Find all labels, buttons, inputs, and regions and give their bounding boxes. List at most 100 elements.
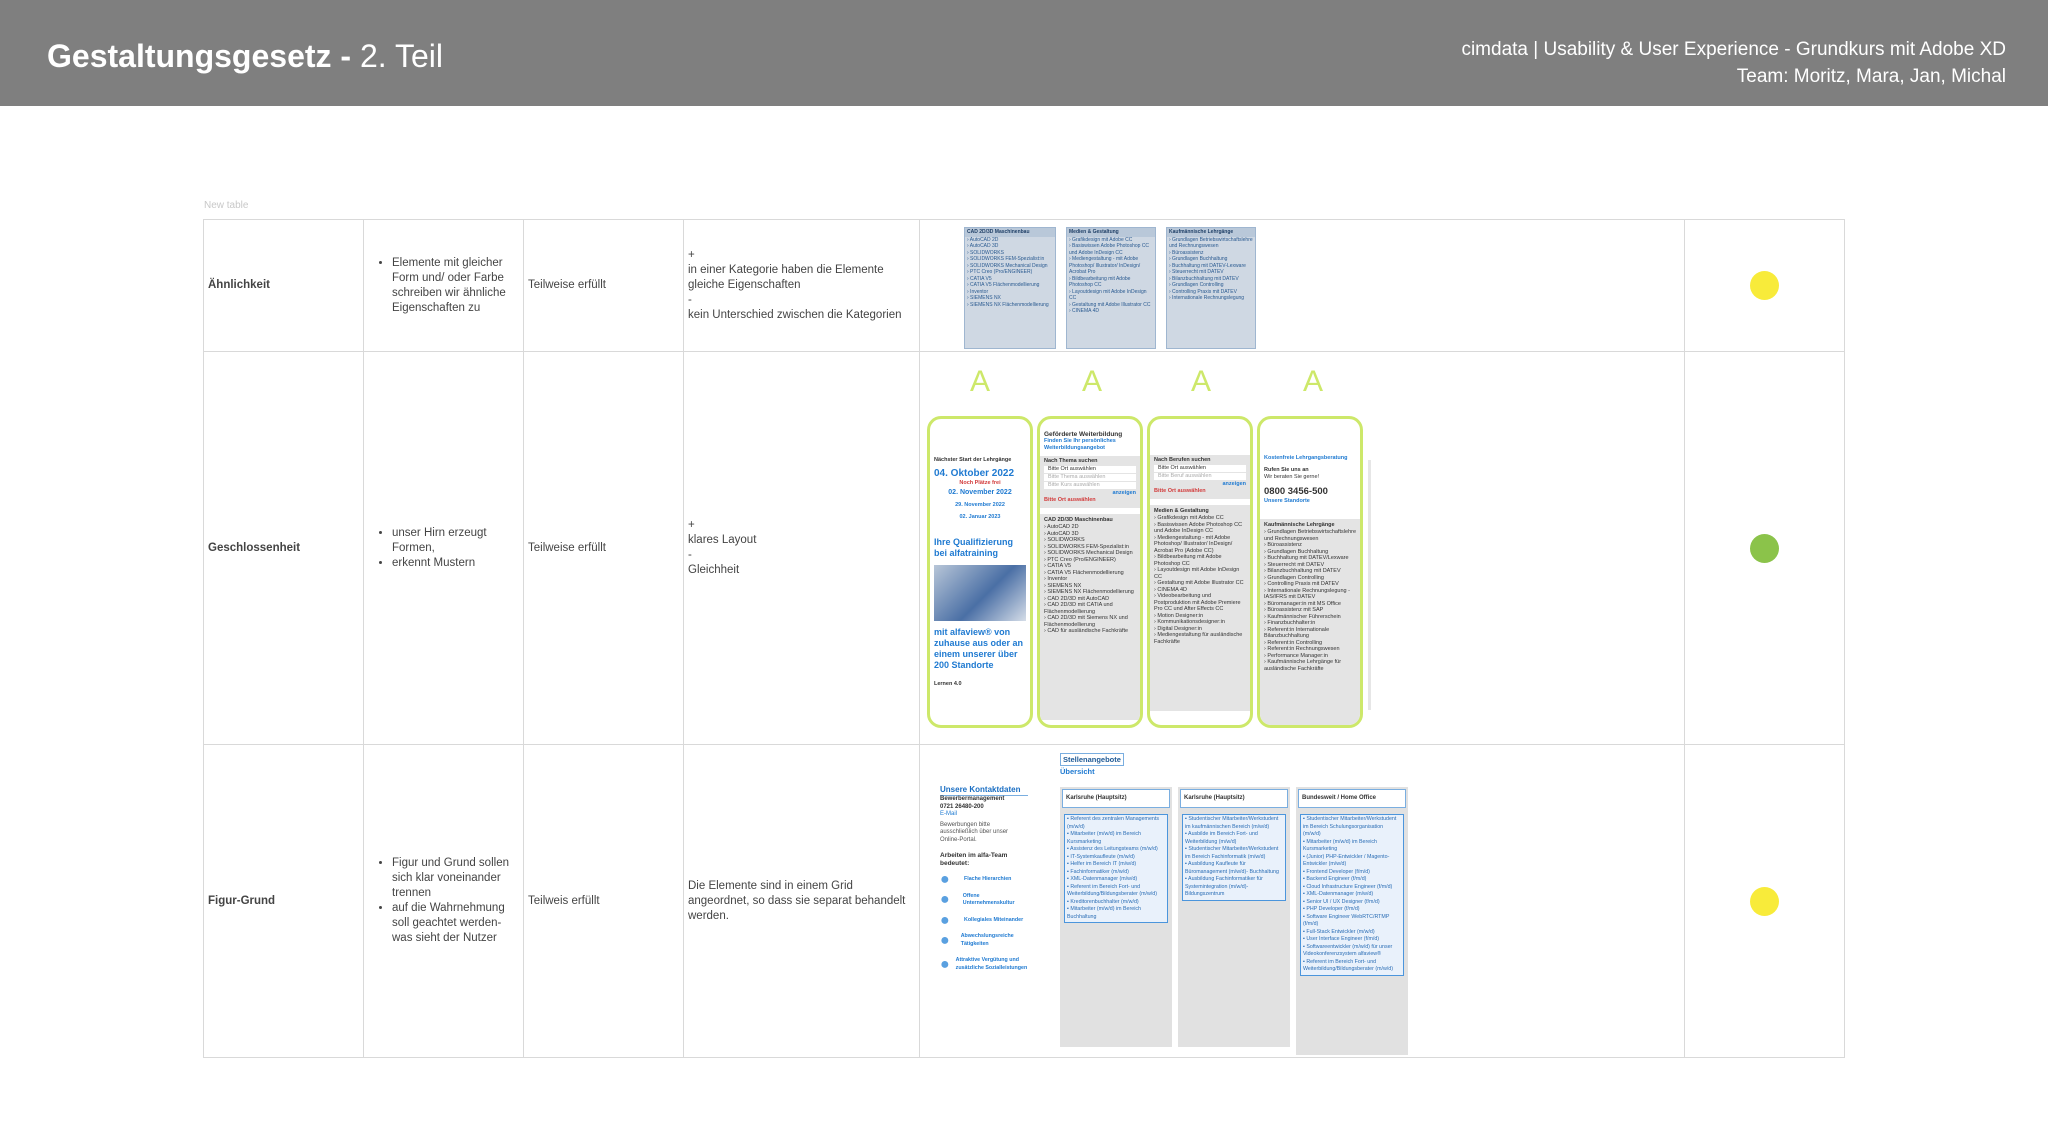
job-link[interactable]: ▪ PHP Developer (f/m/d) — [1303, 906, 1401, 914]
job-column: Karlsruhe (Hauptsitz) ▪ Studentischer Mit… — [1178, 787, 1290, 1047]
course-link[interactable]: › Basiswissen Adobe Photoshop CC und Ado… — [1067, 243, 1155, 256]
course-link[interactable]: › CAD 2D/3D mit Siemens NX und Flächenmo… — [1040, 615, 1140, 628]
description-item: erkennt Mustern — [392, 556, 519, 571]
contact-line: Bewerbermanagement — [940, 796, 1005, 802]
job-link[interactable]: ▪ Studentischer Mitarbeiter/Werkstudent … — [1185, 816, 1283, 831]
job-link[interactable]: ▪ Helfer im Bereich IT (m/w/d) — [1067, 861, 1165, 869]
mobile-mockup: Nächster Start der Lehrgänge 04. Oktober… — [927, 416, 1033, 728]
course-link[interactable]: › Buchhaltung mit DATEV/Lexware — [1260, 555, 1360, 562]
job-link[interactable]: ▪ (Junior) PHP-Entwickler / Magento-Entw… — [1303, 854, 1401, 869]
course-link[interactable]: › Videobearbeitung und Postproduktion mi… — [1150, 593, 1250, 613]
rating-cell — [1684, 744, 1845, 1058]
course-link[interactable]: › Mediengestaltung - mit Adobe Photoshop… — [1067, 256, 1155, 276]
course-link[interactable]: › SIEMENS NX Flächenmodellierung — [965, 302, 1055, 309]
job-link[interactable]: ▪ Assistenz des Leitungsteams (m/w/d) — [1067, 846, 1165, 854]
course-link[interactable]: › Layoutdesign mit Adobe InDesign CC — [1067, 289, 1155, 302]
email-link[interactable]: E-Mail — [940, 811, 1028, 819]
course-link[interactable]: › Referent:in Internationale Bilanzbuchh… — [1260, 627, 1360, 640]
job-link[interactable]: ▪ Studentischer Mitarbeiter/Werkstudent … — [1303, 816, 1401, 839]
course-link[interactable]: › Internationale Rechnungslegung - IAS/I… — [1260, 588, 1360, 601]
course-link[interactable]: › Gestaltung mit Adobe Illustrator CC — [1150, 580, 1250, 587]
job-link[interactable]: ▪ Softwareentwickler (m/w/d) für unser V… — [1303, 944, 1401, 959]
start-date: 02. Januar 2023 — [959, 514, 1001, 520]
job-link[interactable]: ▪ Mitarbeiter (m/w/d) im Bereich Buchhal… — [1067, 906, 1165, 921]
law-name: Figur-Grund — [203, 744, 364, 1058]
law-description: Figur und Grund sollen sich klar voneina… — [363, 744, 524, 1058]
description-item: Elemente mit gleicher Form und/ oder Far… — [392, 256, 519, 316]
course-link[interactable]: › Layoutdesign mit Adobe InDesign CC — [1150, 567, 1250, 580]
course-link[interactable]: › CAD für ausländische Fachkräfte — [1040, 628, 1140, 635]
start-date: 04. Oktober 2022 — [934, 468, 1015, 479]
show-button[interactable]: anzeigen — [1150, 481, 1250, 488]
benefit-label: Attraktive Vergütung und zusätzliche Soz… — [955, 957, 1028, 971]
screenshot-cell: CAD 2D/3D Maschinenbau › AutoCAD 2D › Auto… — [919, 219, 1685, 352]
course-link[interactable]: › SOLIDWORKS FEM-Spezialist:in — [965, 256, 1055, 263]
course-link[interactable]: › Mediengestaltung für ausländische Fach… — [1150, 632, 1250, 645]
job-link[interactable]: ▪ Referent des zentralen Managements (m/… — [1067, 816, 1165, 831]
course-link[interactable]: › Bildbearbeitung mit Adobe Photoshop CC — [1067, 276, 1155, 289]
course-link[interactable]: › Grundlagen Betriebswirtschaftslehre un… — [1167, 237, 1255, 250]
course-link[interactable]: › SIEMENS NX Flächenmodellierung — [1040, 589, 1140, 596]
job-link[interactable]: ▪ Ausbildung Kaufleute für Büromanagemen… — [1185, 861, 1283, 876]
course-link[interactable]: › Internationale Rechnungslegung — [1167, 295, 1255, 302]
job-link[interactable]: ▪ Senior UI / UX Designer (f/m/d) — [1303, 899, 1401, 907]
evaluation-text: Die Elemente sind in einem Grid angeordn… — [683, 744, 920, 1058]
job-link[interactable]: ▪ Ausbildung Fachinformatiker für System… — [1185, 876, 1283, 899]
job-link[interactable]: ▪ Studentischer Mitarbeiter/Werkstudent … — [1185, 846, 1283, 861]
scrollbar[interactable] — [1368, 460, 1371, 710]
course-link[interactable]: › SOLIDWORKS Mechanical Design — [1040, 550, 1140, 557]
advise-text: Wir beraten Sie gerne! — [1264, 474, 1320, 480]
benefit-label: Offene Unternehmenskultur — [962, 892, 1015, 907]
course-link[interactable]: › Grundlagen Betriebswirtschaftslehre un… — [1260, 529, 1360, 542]
job-link[interactable]: ▪ Mitarbeiter (m/w/d) im Bereich Kursmar… — [1067, 831, 1165, 846]
job-link[interactable]: ▪ Software Engineer WebRTC/RTMP (f/m/d) — [1303, 914, 1401, 929]
job-link[interactable]: ▪ Frontend Developer (f/m/d) — [1303, 869, 1401, 877]
evaluation-text: + in einer Kategorie haben die Elemente … — [683, 219, 920, 352]
job-link[interactable]: ▪ XML-Datenmanager (m/w/d) — [1067, 876, 1165, 884]
location-select[interactable]: Bitte Ort auswählen — [1154, 465, 1246, 472]
benefit-item: ● Flache Hierarchien — [940, 872, 1028, 887]
law-description: unser Hirn erzeugt Formen,erkennt Muster… — [363, 351, 524, 745]
course-list: Kaufmännische Lehrgänge › Grundlagen Bet… — [1260, 519, 1360, 725]
job-link[interactable]: ▪ Mitarbeiter (m/w/d) im Bereich Kursmar… — [1303, 839, 1401, 854]
location-select[interactable]: Bitte Ort auswählen — [1044, 466, 1136, 473]
job-link[interactable]: ▪ Cloud Infrastructure Engineer (f/m/d) — [1303, 884, 1401, 892]
course-link[interactable]: › CINEMA 4D — [1067, 308, 1155, 315]
job-link[interactable]: ▪ User Interface Engineer (f/m/d) — [1303, 936, 1401, 944]
course-link[interactable]: › Mediengestaltung - mit Adobe Photoshop… — [1150, 535, 1250, 555]
job-link[interactable]: ▪ Fachinformatiker (m/w/d) — [1067, 869, 1165, 877]
search-label: Nach Thema suchen — [1044, 458, 1098, 464]
seats-note: Noch Plätze frei — [959, 480, 1001, 486]
course-link[interactable]: › Basiswissen Adobe Photoshop CC und Ado… — [1150, 522, 1250, 535]
hotline-number[interactable]: 0800 3456-500 — [1260, 485, 1360, 498]
promo-image — [934, 565, 1026, 621]
benefit-icon: ● — [940, 931, 950, 949]
job-link[interactable]: ▪ Backend Engineer (f/m/d) — [1303, 876, 1401, 884]
course-link[interactable]: › Bildbearbeitung mit Adobe Photoshop CC — [1150, 554, 1250, 567]
team-line: Team: Moritz, Mara, Jan, Michal — [1736, 66, 2006, 87]
benefit-label: Flache Hierarchien — [964, 876, 1012, 882]
job-link[interactable]: ▪ IT-Systemkaufleute (m/w/d) — [1067, 854, 1165, 862]
job-link[interactable]: ▪ XML-Datenmanager (m/w/d) — [1303, 891, 1401, 899]
law-description: Elemente mit gleicher Form und/ oder Far… — [363, 219, 524, 352]
show-button[interactable]: anzeigen — [1040, 490, 1140, 497]
benefits-title: Arbeiten im alfa-Team bedeutet: — [940, 852, 1008, 867]
contact-line: 0721 26480-200 — [940, 803, 984, 810]
benefit-icon: ● — [940, 891, 950, 909]
job-link[interactable]: ▪ Referent im Bereich Fort- und Weiterbi… — [1067, 884, 1165, 899]
job-link[interactable]: ▪ Kreditorenbuchhalter (m/w/d) — [1067, 899, 1165, 907]
advice-title: Kostenfreie Lehrgangsberatung — [1264, 455, 1348, 461]
course-link[interactable]: › CAD 2D/3D mit CATIA und Flächenmodelli… — [1040, 602, 1140, 615]
start-date: 29. November 2022 — [955, 502, 1005, 508]
closure-letter: A — [1082, 365, 1103, 398]
profession-select[interactable]: Bitte Beruf auswählen — [1154, 473, 1246, 480]
job-link[interactable]: ▪ Ausbilde im Bereich Fort- und Weiterbi… — [1185, 831, 1283, 846]
job-link[interactable]: ▪ Full-Stack Entwickler (m/w/d) — [1303, 929, 1401, 937]
locations-link[interactable]: Unsere Standorte — [1260, 498, 1360, 505]
section-subtitle: Finden Sie Ihr persönliches Weiterbildun… — [1044, 438, 1116, 451]
course-link[interactable]: › Kaufmännische Lehrgänge für ausländisc… — [1260, 659, 1360, 672]
job-link[interactable]: ▪ Referent im Bereich Fort- und Weiterbi… — [1303, 959, 1401, 974]
location-heading: Karlsruhe (Hauptsitz) — [1062, 789, 1170, 808]
topic-select[interactable]: Bitte Thema auswählen — [1044, 474, 1136, 481]
course-select[interactable]: Bitte Kurs auswählen — [1044, 482, 1136, 489]
